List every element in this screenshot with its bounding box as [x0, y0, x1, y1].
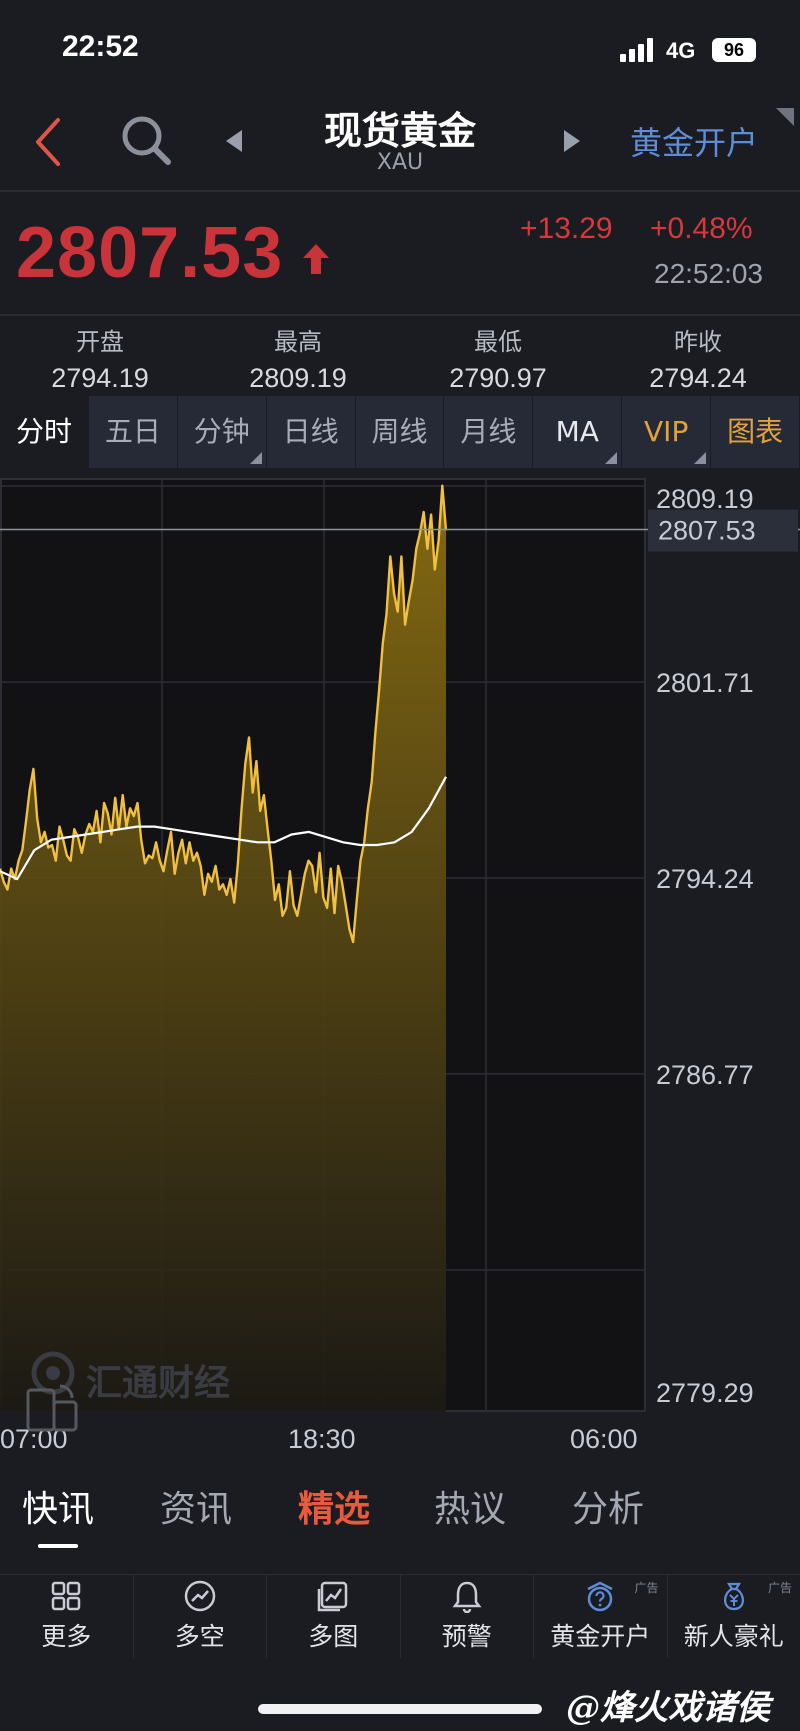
search-button[interactable] [118, 112, 174, 168]
stat-value: 2794.24 [649, 363, 747, 393]
news-tab-info[interactable]: 资讯 [160, 1480, 232, 1532]
chevron-left-icon [36, 118, 60, 166]
quote-time: 22:52:03 [654, 258, 763, 289]
period-tabs: 分时 五日 分钟 日线 周线 月线 MA VIP 图表 [0, 396, 800, 468]
tab-label: 分钟 [193, 415, 250, 448]
tab-ma[interactable]: MA [533, 396, 623, 468]
stat-label: 昨收 [674, 328, 722, 356]
intraday-chart[interactable]: 2807.53 2809.19 2801.71 2794.24 2786.77 2779… [0, 478, 800, 1450]
toolbar-label: 更多 [41, 1622, 92, 1651]
x-tick-label: 06:00 [570, 1424, 638, 1454]
active-tab-indicator [38, 1544, 78, 1548]
stat-value: 2790.97 [449, 363, 547, 393]
price-change: +13.29 [520, 212, 613, 245]
triangle-right-icon [564, 130, 580, 152]
multi-chart-icon [318, 1581, 348, 1612]
tab-label: VIP [644, 415, 689, 448]
next-symbol-button[interactable] [556, 126, 586, 156]
signal-icon [620, 38, 656, 62]
price-change-percent: +0.48% [650, 212, 753, 245]
tab-daily[interactable]: 日线 [267, 396, 356, 468]
stat-value: 2794.19 [51, 363, 149, 393]
open-account-link[interactable]: 黄金开户 [630, 118, 758, 164]
news-tab-flash[interactable]: 快讯 [22, 1480, 94, 1532]
y-tick-label: 2809.19 [656, 484, 754, 514]
tab-five-day[interactable]: 五日 [89, 396, 178, 468]
tab-chart[interactable]: 图表 [711, 396, 800, 468]
stat-low: 最低 2790.97 [398, 322, 598, 394]
dropdown-corner-icon [605, 452, 618, 464]
stat-label: 开盘 [76, 328, 124, 356]
ad-tag: 广告 [634, 1581, 659, 1595]
watermark-signature: @烽火戏诸侯 [566, 1688, 770, 1728]
triangle-left-icon [226, 130, 242, 152]
toolbar-label: 多图 [308, 1622, 359, 1651]
trend-gauge-icon [184, 1580, 215, 1612]
tab-label: MA [555, 415, 599, 448]
stat-open: 开盘 2794.19 [0, 322, 200, 394]
toolbar-alert[interactable]: 预警 [401, 1575, 534, 1658]
stat-high: 最高 2809.19 [198, 322, 398, 394]
ad-tag: 广告 [767, 1581, 792, 1595]
toolbar-label: 多空 [174, 1622, 225, 1651]
stat-label: 最低 [474, 328, 522, 356]
toolbar-newcomer-gift[interactable]: 广告 新人豪礼 [668, 1575, 800, 1658]
arrow-up-icon [302, 242, 330, 276]
tab-weekly[interactable]: 周线 [356, 396, 445, 468]
y-tick-label: 2779.29 [656, 1378, 754, 1408]
divider [0, 314, 800, 316]
tab-monthly[interactable]: 月线 [444, 396, 534, 468]
symbol-code: XAU [376, 150, 424, 175]
bell-icon [452, 1581, 482, 1614]
tab-minute[interactable]: 分钟 [178, 396, 267, 468]
bottom-toolbar: 更多 多空 多图 预警 广告 黄金开户 广告 新人豪礼 [0, 1574, 800, 1658]
toolbar-label: 新人豪礼 [683, 1622, 784, 1651]
current-price: 2807.53 [16, 213, 284, 293]
page-title: 现货黄金 [323, 109, 476, 153]
question-badge-icon [587, 1581, 613, 1612]
news-tab-discussion[interactable]: 热议 [434, 1480, 506, 1532]
network-type: 4G [666, 38, 696, 63]
y-tick-label: 2786.77 [656, 1060, 754, 1090]
dropdown-corner-icon [694, 452, 707, 464]
x-tick-label: 18:30 [288, 1424, 356, 1454]
grid-icon [52, 1581, 81, 1611]
ad-corner-icon [776, 108, 794, 126]
dropdown-corner-icon [249, 452, 262, 464]
news-tab-analysis[interactable]: 分析 [572, 1480, 644, 1532]
watermark: 汇通财经 [86, 1363, 231, 1404]
home-indicator[interactable] [258, 1704, 542, 1714]
status-time: 22:52 [62, 30, 139, 63]
toolbar-more[interactable]: 更多 [0, 1575, 134, 1658]
toolbar-label: 黄金开户 [550, 1622, 651, 1651]
battery-icon: 96 [712, 38, 756, 62]
stat-value: 2809.19 [249, 363, 347, 393]
news-tabs: 快讯 资讯 精选 热议 分析 [0, 1480, 800, 1560]
tab-vip[interactable]: VIP [622, 396, 712, 468]
search-icon [122, 116, 171, 165]
news-tab-featured[interactable]: 精选 [298, 1480, 370, 1532]
y-tick-label: 2801.71 [656, 668, 754, 698]
money-bag-icon [723, 1582, 744, 1611]
toolbar-multi-chart[interactable]: 多图 [267, 1575, 401, 1658]
rotate-screen-icon[interactable] [24, 1380, 80, 1436]
toolbar-long-short[interactable]: 多空 [134, 1575, 267, 1658]
prev-symbol-button[interactable] [220, 126, 250, 156]
toolbar-gold-account[interactable]: 广告 黄金开户 [534, 1575, 668, 1658]
y-tick-label: 2794.24 [656, 864, 754, 894]
tab-intraday[interactable]: 分时 [0, 396, 89, 468]
current-price-label: 2807.53 [658, 516, 756, 546]
stat-prev-close: 昨收 2794.24 [598, 322, 798, 394]
toolbar-label: 预警 [441, 1622, 492, 1651]
back-button[interactable] [28, 112, 72, 172]
stat-label: 最高 [274, 328, 322, 356]
divider [0, 190, 800, 192]
